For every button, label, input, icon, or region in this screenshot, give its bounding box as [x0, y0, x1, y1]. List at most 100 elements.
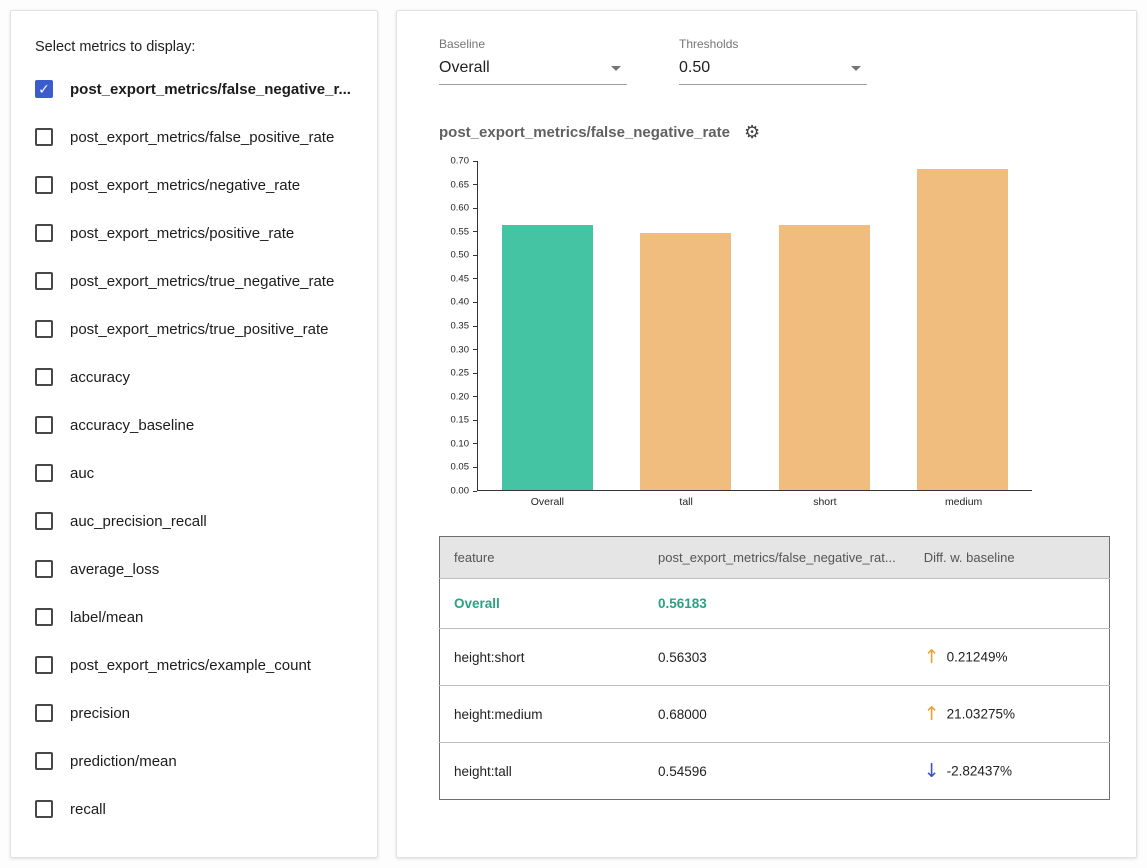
baseline-select-value-row[interactable]: Overall	[439, 57, 627, 85]
metric-checkbox-item[interactable]: post_export_metrics/true_negative_rate	[35, 257, 353, 305]
bar-overall[interactable]	[502, 225, 593, 490]
metric-checkbox-item[interactable]: auc	[35, 449, 353, 497]
metric-label: precision	[70, 705, 130, 722]
metric-checkbox-item[interactable]: label/mean	[35, 593, 353, 641]
table-header-diff: Diff. w. baseline	[910, 537, 1110, 579]
bar-slot	[894, 161, 1033, 490]
chart-header: post_export_metrics/false_negative_rate …	[439, 123, 1110, 141]
metric-label: accuracy_baseline	[70, 417, 194, 434]
cell-feature: Overall	[440, 579, 644, 629]
checkbox-unchecked-icon[interactable]	[35, 128, 53, 146]
y-tick-label: 0.55	[451, 226, 470, 237]
x-tick-label: Overall	[478, 496, 617, 508]
baseline-select[interactable]: Baseline Overall	[439, 37, 627, 85]
diff-percentage: -2.82437%	[947, 764, 1012, 779]
up-arrow-icon: ↑	[924, 703, 940, 725]
checkbox-unchecked-icon[interactable]	[35, 272, 53, 290]
cell-diff: ↑ 21.03275%	[910, 686, 1110, 743]
bar-slot	[755, 161, 894, 490]
y-tick-label: 0.25	[451, 368, 470, 379]
metric-label: auc	[70, 465, 94, 482]
table-row[interactable]: height:medium0.68000 ↑ 21.03275%	[440, 686, 1110, 743]
metric-checkbox-item[interactable]: precision	[35, 689, 353, 737]
x-tick-label: medium	[894, 496, 1033, 508]
bar-medium[interactable]	[917, 169, 1008, 490]
checkbox-unchecked-icon[interactable]	[35, 416, 53, 434]
diff-percentage: 21.03275%	[947, 707, 1015, 722]
metric-label: post_export_metrics/example_count	[70, 657, 311, 674]
metric-label: recall	[70, 801, 106, 818]
table-row[interactable]: height:short0.56303↑0.21249%	[440, 629, 1110, 686]
metrics-table: feature post_export_metrics/false_negati…	[439, 536, 1110, 800]
cell-metric-value: 0.68000	[644, 686, 910, 743]
checkbox-unchecked-icon[interactable]	[35, 176, 53, 194]
y-tick-label: 0.50	[451, 250, 470, 261]
cell-feature: height:medium	[440, 686, 644, 743]
cell-feature: height:tall	[440, 743, 644, 800]
thresholds-select-label: Thresholds	[679, 37, 867, 51]
up-arrow-icon: ↑	[924, 646, 940, 668]
metric-checkbox-item[interactable]: post_export_metrics/true_positive_rate	[35, 305, 353, 353]
metric-checkbox-item[interactable]: prediction/mean	[35, 737, 353, 785]
checkbox-unchecked-icon[interactable]	[35, 752, 53, 770]
bar-short[interactable]	[779, 225, 870, 490]
x-tick-label: tall	[617, 496, 756, 508]
metric-label: auc_precision_recall	[70, 513, 207, 530]
y-tick-label: 0.20	[451, 391, 470, 402]
y-tick-label: 0.60	[451, 203, 470, 214]
cell-metric-value: 0.56183	[644, 579, 910, 629]
checkbox-checked-icon[interactable]: ✓	[35, 80, 53, 98]
chevron-down-icon	[611, 66, 621, 71]
y-tick-label: 0.10	[451, 438, 470, 449]
baseline-select-label: Baseline	[439, 37, 627, 51]
checkbox-unchecked-icon[interactable]	[35, 224, 53, 242]
checkbox-unchecked-icon[interactable]	[35, 656, 53, 674]
chevron-down-icon	[851, 66, 861, 71]
cell-diff	[910, 579, 1110, 629]
metric-checkbox-item[interactable]: auc_precision_recall	[35, 497, 353, 545]
checkbox-unchecked-icon[interactable]	[35, 512, 53, 530]
bar-slot	[478, 161, 617, 490]
checkbox-unchecked-icon[interactable]	[35, 320, 53, 338]
y-tick-label: 0.45	[451, 273, 470, 284]
thresholds-select-value-row[interactable]: 0.50	[679, 57, 867, 85]
y-tick-label: 0.35	[451, 321, 470, 332]
bar-tall[interactable]	[640, 233, 731, 490]
metric-label: post_export_metrics/negative_rate	[70, 177, 300, 194]
checkbox-unchecked-icon[interactable]	[35, 560, 53, 578]
cell-feature: height:short	[440, 629, 644, 686]
diff-percentage: 0.21249%	[947, 650, 1008, 665]
metrics-panel-title: Select metrics to display:	[35, 39, 353, 55]
metric-label: average_loss	[70, 561, 159, 578]
metric-checkbox-item[interactable]: ✓post_export_metrics/false_negative_r...	[35, 65, 353, 113]
bar-slot	[617, 161, 756, 490]
metric-checkbox-item[interactable]: accuracy_baseline	[35, 401, 353, 449]
metric-checkbox-item[interactable]: average_loss	[35, 545, 353, 593]
checkbox-unchecked-icon[interactable]	[35, 800, 53, 818]
checkbox-unchecked-icon[interactable]	[35, 704, 53, 722]
y-tick-label: 0.65	[451, 179, 470, 190]
metric-label: prediction/mean	[70, 753, 177, 770]
y-tick-label: 0.30	[451, 344, 470, 355]
table-header-feature: feature	[440, 537, 644, 579]
checkbox-unchecked-icon[interactable]	[35, 464, 53, 482]
checkbox-unchecked-icon[interactable]	[35, 368, 53, 386]
metric-checkbox-item[interactable]: post_export_metrics/negative_rate	[35, 161, 353, 209]
down-arrow-icon: ↓	[924, 760, 940, 782]
metric-checkbox-item[interactable]: recall	[35, 785, 353, 833]
bar-chart: 0.000.050.100.150.200.250.300.350.400.45…	[439, 161, 1110, 491]
settings-gear-icon[interactable]: ⚙	[744, 123, 760, 141]
metric-list: ✓post_export_metrics/false_negative_r...…	[35, 65, 353, 833]
y-tick-label: 0.40	[451, 297, 470, 308]
metric-checkbox-item[interactable]: post_export_metrics/positive_rate	[35, 209, 353, 257]
table-row[interactable]: height:tall0.54596↓-2.82437%	[440, 743, 1110, 800]
table-header-metric: post_export_metrics/false_negative_rat..…	[644, 537, 910, 579]
metric-label: post_export_metrics/false_positive_rate	[70, 129, 334, 146]
table-row[interactable]: Overall0.56183	[440, 579, 1110, 629]
metric-checkbox-item[interactable]: post_export_metrics/false_positive_rate	[35, 113, 353, 161]
y-tick-label: 0.05	[451, 462, 470, 473]
checkbox-unchecked-icon[interactable]	[35, 608, 53, 626]
metric-checkbox-item[interactable]: post_export_metrics/example_count	[35, 641, 353, 689]
thresholds-select[interactable]: Thresholds 0.50	[679, 37, 867, 85]
metric-checkbox-item[interactable]: accuracy	[35, 353, 353, 401]
